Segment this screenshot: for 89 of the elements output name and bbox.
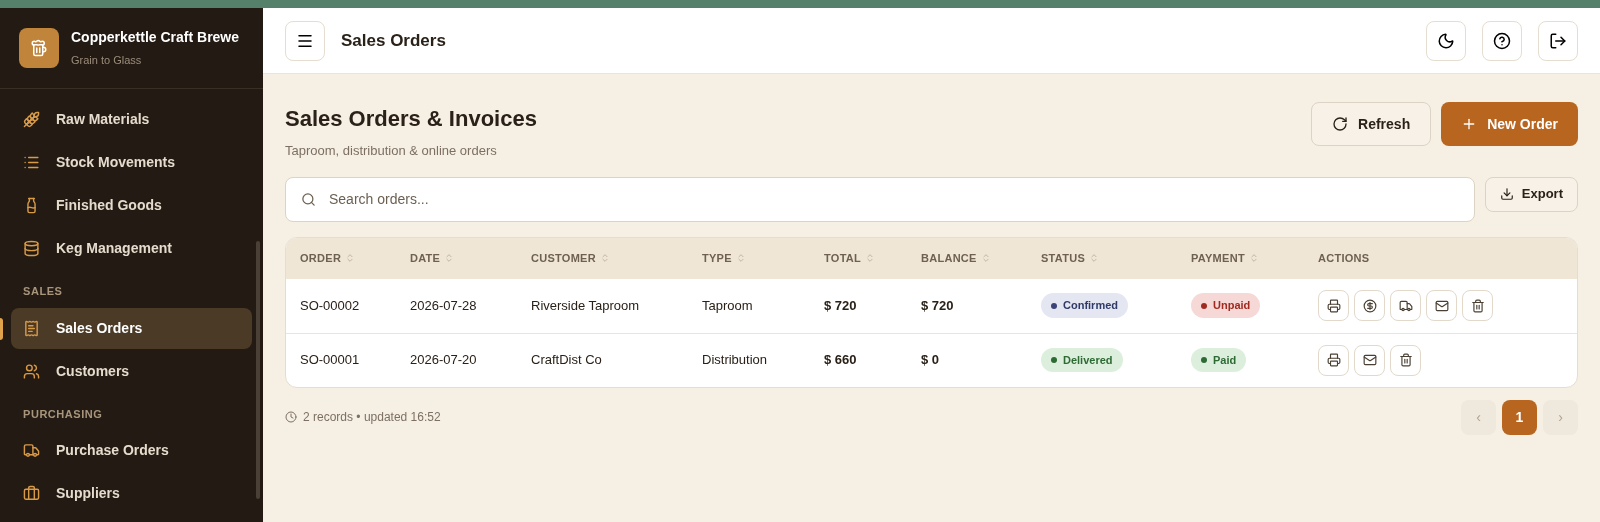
briefcase-icon bbox=[23, 485, 40, 502]
column-header: ACTIONS bbox=[1318, 250, 1370, 266]
users-icon bbox=[23, 362, 40, 380]
mug-icon bbox=[30, 39, 48, 57]
truck-icon bbox=[23, 442, 40, 459]
table-cell: Distribution bbox=[702, 352, 768, 368]
sort-icon bbox=[735, 253, 746, 263]
header-title: Sales Orders bbox=[341, 29, 446, 52]
refresh-icon bbox=[1332, 116, 1349, 132]
print-button[interactable] bbox=[1318, 344, 1349, 376]
theme-button[interactable] bbox=[1426, 20, 1466, 61]
table-cell: 2026-07-20 bbox=[410, 352, 477, 368]
column-header[interactable]: TYPE bbox=[702, 249, 746, 267]
refresh-button[interactable]: Refresh bbox=[1311, 102, 1432, 146]
nav-item[interactable]: Stock Movements bbox=[11, 142, 252, 183]
table-cell: $ 0 bbox=[921, 352, 940, 368]
email-button[interactable] bbox=[1426, 290, 1457, 321]
section-heading: PURCHASING bbox=[22, 406, 104, 422]
search-field[interactable]: Search orders... bbox=[285, 176, 1475, 222]
mail-icon bbox=[1434, 298, 1449, 313]
export-button[interactable]: Export bbox=[1484, 176, 1578, 212]
table-cell: 2026-07-28 bbox=[410, 297, 477, 313]
trash-icon bbox=[1470, 298, 1485, 313]
nav-item[interactable]: Keg Management bbox=[11, 228, 252, 269]
column-header[interactable]: TOTAL bbox=[824, 249, 876, 267]
truck-icon bbox=[1398, 298, 1413, 313]
barrel-icon bbox=[23, 240, 40, 257]
list-icon bbox=[23, 154, 40, 171]
nav-item[interactable]: Sales Orders bbox=[11, 307, 252, 349]
nav-item[interactable]: Purchase Orders bbox=[11, 430, 252, 471]
menu-button[interactable] bbox=[285, 20, 325, 61]
nav-item[interactable]: Suppliers bbox=[11, 473, 252, 514]
receipt-icon bbox=[23, 319, 40, 337]
delete-button[interactable] bbox=[1462, 290, 1493, 321]
search-icon bbox=[301, 191, 316, 207]
page-title: Sales Orders & Invoices bbox=[285, 105, 537, 133]
brand-name: Copperkettle Craft Brewe bbox=[71, 28, 240, 48]
table-cell: SO-00002 bbox=[300, 297, 360, 313]
help-button[interactable] bbox=[1482, 20, 1522, 61]
sort-icon bbox=[599, 253, 610, 263]
table-cell: $ 660 bbox=[824, 352, 857, 368]
sort-icon bbox=[980, 253, 991, 263]
table-cell: $ 720 bbox=[824, 297, 857, 313]
moon-icon bbox=[1437, 31, 1455, 50]
records-summary: 2 records • updated 16:52 bbox=[285, 408, 441, 426]
sort-icon bbox=[444, 253, 455, 263]
column-header[interactable]: CUSTOMER bbox=[531, 249, 610, 267]
logout-icon bbox=[1549, 31, 1567, 50]
printer-icon bbox=[1326, 298, 1341, 313]
column-header[interactable]: ORDER bbox=[300, 249, 356, 267]
nav-item[interactable]: Customers bbox=[11, 350, 252, 392]
sort-icon bbox=[1089, 253, 1100, 263]
column-header[interactable]: PAYMENT bbox=[1191, 249, 1259, 267]
email-button[interactable] bbox=[1354, 344, 1385, 376]
clock-icon bbox=[285, 411, 297, 423]
nav-item[interactable]: Raw Materials bbox=[11, 99, 252, 140]
sort-icon bbox=[345, 253, 356, 263]
page-button[interactable]: 1 bbox=[1502, 399, 1537, 435]
table-cell: $ 720 bbox=[921, 297, 954, 313]
status-badge: Confirmed bbox=[1041, 293, 1128, 318]
printer-icon bbox=[1326, 353, 1341, 367]
status-badge: Unpaid bbox=[1191, 293, 1261, 318]
sort-icon bbox=[865, 253, 876, 263]
nav-item[interactable]: Finished Goods bbox=[11, 185, 252, 226]
sort-icon bbox=[1248, 253, 1259, 263]
trash-icon bbox=[1398, 353, 1413, 367]
wheat-icon bbox=[23, 111, 40, 128]
column-header[interactable]: DATE bbox=[410, 249, 455, 267]
payment-button[interactable] bbox=[1354, 290, 1385, 321]
status-badge: Delivered bbox=[1041, 347, 1123, 373]
print-button[interactable] bbox=[1318, 290, 1349, 321]
brand-tagline: Grain to Glass bbox=[71, 53, 143, 69]
new-order-button[interactable]: New Order bbox=[1441, 102, 1578, 146]
table-cell: Riverside Taproom bbox=[531, 297, 640, 313]
column-header[interactable]: STATUS bbox=[1041, 249, 1100, 267]
ship-button[interactable] bbox=[1390, 290, 1421, 321]
delete-button[interactable] bbox=[1390, 344, 1421, 376]
page-subtitle: Taproom, distribution & online orders bbox=[285, 142, 498, 160]
download-icon bbox=[1499, 187, 1514, 201]
table-cell: Taproom bbox=[702, 297, 753, 313]
help-icon bbox=[1493, 31, 1511, 50]
table-cell: SO-00001 bbox=[300, 352, 360, 368]
section-heading: SALES bbox=[22, 284, 64, 299]
column-header[interactable]: BALANCE bbox=[921, 249, 991, 267]
dollar-icon bbox=[1362, 298, 1377, 313]
mail-icon bbox=[1362, 353, 1377, 367]
table-cell: CraftDist Co bbox=[531, 352, 602, 368]
status-badge: Paid bbox=[1191, 347, 1247, 373]
logout-button[interactable] bbox=[1538, 20, 1578, 61]
